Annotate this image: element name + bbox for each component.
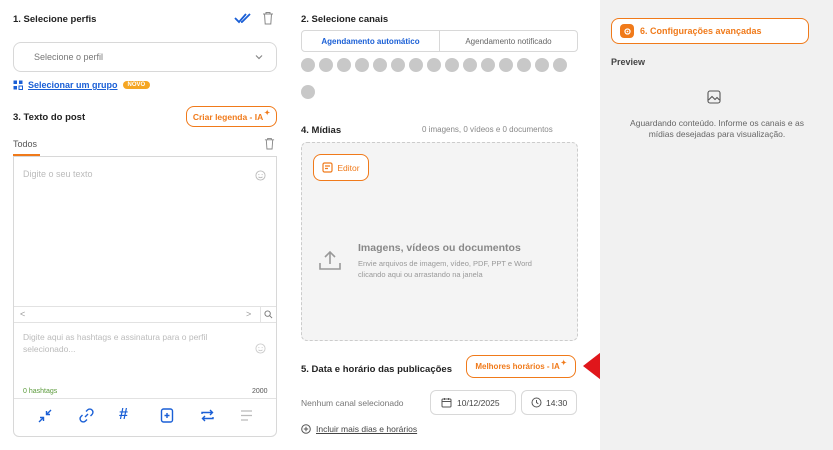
time-picker[interactable]: 14:30 — [521, 390, 577, 415]
threads-icon[interactable] — [319, 58, 333, 72]
scroll-left-icon[interactable]: < — [20, 309, 25, 319]
editor-button[interactable]: Editor — [313, 154, 369, 181]
trash-icon[interactable] — [262, 11, 274, 25]
hashtag-icon[interactable]: # — [119, 406, 128, 424]
channels-title: 2. Selecione canais — [301, 14, 389, 25]
post-text-title: 3. Texto do post — [13, 112, 86, 123]
tiktok-icon[interactable] — [427, 58, 441, 72]
new-badge: NOVO — [122, 81, 151, 89]
x-icon[interactable] — [409, 58, 423, 72]
group-icon — [13, 80, 23, 90]
media-dropzone[interactable]: Editor Imagens, vídeos ou documentos Env… — [301, 142, 578, 341]
gmb-icon[interactable] — [517, 58, 531, 72]
advanced-panel: 6. Configurações avançadas Preview Aguar… — [600, 0, 833, 450]
image-icon — [707, 90, 721, 104]
globe-icon[interactable] — [301, 58, 315, 72]
tab-auto-scheduling[interactable]: Agendamento automático — [302, 31, 440, 51]
youtube-icon[interactable] — [391, 58, 405, 72]
schedule-title: 5. Data e horário das publicações — [301, 364, 452, 375]
select-group-link[interactable]: Selecionar um grupo — [28, 80, 118, 90]
media-title: 4. Mídias — [301, 125, 342, 136]
advanced-settings-label: 6. Configurações avançadas — [640, 26, 762, 36]
facebook-icon[interactable] — [355, 58, 369, 72]
profile-select[interactable]: Selecione o perfil — [13, 42, 277, 72]
instagram-icon[interactable] — [337, 58, 351, 72]
dropzone-subtitle-1: Envie arquivos de imagem, vídeo, PDF, PP… — [358, 259, 532, 268]
clear-text-icon[interactable] — [264, 137, 275, 150]
emoji-icon[interactable] — [255, 170, 266, 181]
emoji-icon[interactable] — [255, 343, 266, 354]
no-channel-text: Nenhum canal selecionado — [301, 398, 404, 408]
editor-icon — [322, 162, 333, 173]
preview-title: Preview — [611, 57, 646, 67]
editor-label: Editor — [337, 162, 360, 173]
profiles-title: 1. Selecione perfis — [13, 14, 97, 25]
date-value: 10/12/2025 — [457, 397, 500, 408]
kwai-icon[interactable] — [481, 58, 495, 72]
scroll-right-icon[interactable]: > — [246, 309, 251, 319]
facebook-alt-icon[interactable] — [373, 58, 387, 72]
preview-placeholder-text: Aguardando conteúdo. Informe os canais e… — [630, 118, 804, 139]
ai-caption-button[interactable]: Criar legenda - IA ✦ — [186, 106, 277, 127]
best-times-button[interactable]: Melhores horários - IA ✦ — [466, 355, 576, 378]
tab-notified-scheduling[interactable]: Agendamento notificado — [440, 31, 577, 51]
google-icon[interactable] — [499, 58, 513, 72]
post-text-area[interactable]: Digite o seu texto — [23, 169, 93, 179]
threads-alt-icon[interactable] — [301, 85, 315, 99]
select-all-icon[interactable] — [234, 11, 252, 25]
file-icon[interactable] — [160, 408, 174, 423]
profile-select-placeholder: Selecione o perfil — [34, 52, 104, 62]
select-group-row[interactable]: Selecionar um grupo NOVO — [13, 80, 151, 90]
hashtag-count: 0 hashtags — [23, 388, 58, 395]
media-counts: 0 imagens, 0 vídeos e 0 documentos — [422, 125, 553, 134]
collapse-icon[interactable] — [38, 409, 52, 423]
tab-all[interactable]: Todos — [13, 139, 37, 149]
dropzone-subtitle-2: clicando aqui ou arrastando na janela — [358, 270, 483, 279]
post-editor-box: Digite o seu texto < > Digite aqui as ha… — [13, 156, 277, 437]
char-limit: 2000 — [252, 388, 268, 395]
plus-circle-icon — [301, 424, 311, 434]
align-icon[interactable] — [240, 409, 253, 422]
chevron-down-icon — [254, 52, 264, 62]
search-icon[interactable] — [260, 307, 276, 322]
add-more-times-row[interactable]: Incluir mais dias e horários — [301, 424, 417, 434]
horizontal-scrollbar[interactable]: < > — [14, 306, 276, 323]
repeat-icon[interactable] — [200, 408, 215, 423]
linkedin-icon[interactable] — [445, 58, 459, 72]
link-icon[interactable] — [79, 408, 94, 423]
advanced-settings-button[interactable]: 6. Configurações avançadas — [611, 18, 809, 44]
date-picker[interactable]: 10/12/2025 — [430, 390, 516, 415]
calendar-icon — [441, 397, 452, 408]
email-icon[interactable] — [535, 58, 549, 72]
scheduling-tabs: Agendamento automático Agendamento notif… — [301, 30, 578, 52]
best-times-label: Melhores horários - IA — [475, 362, 560, 371]
sparkle-icon: ✦ — [560, 359, 567, 367]
add-more-times-link[interactable]: Incluir mais dias e horários — [316, 424, 417, 434]
gear-icon — [620, 24, 634, 38]
ai-caption-label: Criar legenda - IA — [192, 111, 264, 122]
upload-icon — [318, 249, 342, 271]
whatsapp-icon[interactable] — [553, 58, 567, 72]
sparkle-icon: ✦ — [264, 109, 271, 117]
clock-icon — [531, 397, 542, 408]
divider — [14, 398, 276, 399]
time-value: 14:30 — [546, 397, 568, 408]
dropzone-title: Imagens, vídeos ou documentos — [358, 242, 521, 254]
pinterest-icon[interactable] — [463, 58, 477, 72]
hashtag-input[interactable]: Digite aqui as hashtags e assinatura par… — [23, 331, 253, 355]
